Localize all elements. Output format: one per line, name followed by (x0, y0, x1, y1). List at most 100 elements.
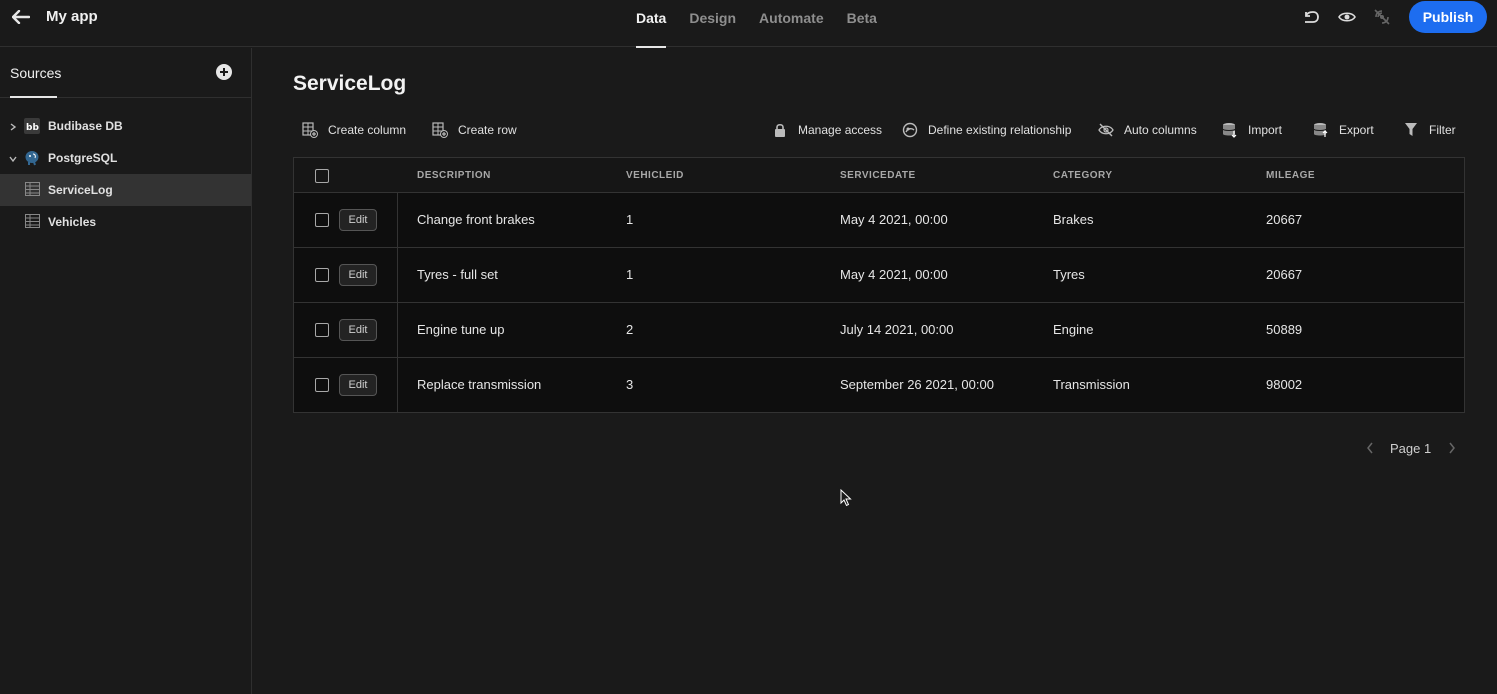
cell-category[interactable]: Tyres (1053, 267, 1085, 282)
broadcast-off-icon[interactable] (1372, 7, 1392, 27)
cell-servicedate[interactable]: May 4 2021, 00:00 (840, 267, 948, 282)
cell-description[interactable]: Change front brakes (417, 212, 535, 227)
auto-columns-label: Auto columns (1124, 123, 1197, 137)
cell-description[interactable]: Engine tune up (417, 322, 504, 337)
export-button[interactable]: Export (1313, 120, 1374, 140)
cell-description[interactable]: Tyres - full set (417, 267, 498, 282)
table-row: Edit Change front brakes 1 May 4 2021, 0… (294, 193, 1464, 248)
sidebar: Sources bb Budibase DB PostgreSQL Servic… (0, 48, 252, 694)
row-checkbox[interactable] (315, 378, 329, 392)
table-row: Edit Tyres - full set 1 May 4 2021, 00:0… (294, 248, 1464, 303)
tab-automate[interactable]: Automate (759, 0, 824, 47)
database-import-icon (1222, 122, 1238, 138)
manage-access-label: Manage access (798, 123, 883, 137)
lock-icon (772, 122, 788, 138)
mouse-cursor-icon (840, 488, 852, 507)
table-row: Edit Engine tune up 2 July 14 2021, 00:0… (294, 303, 1464, 358)
cell-servicedate[interactable]: July 14 2021, 00:00 (840, 322, 953, 337)
cell-vehicleid[interactable]: 2 (626, 322, 633, 337)
cell-vehicleid[interactable]: 3 (626, 377, 633, 392)
undo-icon[interactable] (1301, 7, 1321, 27)
relationship-icon (902, 122, 918, 138)
eye-off-icon (1098, 122, 1114, 138)
tab-beta[interactable]: Beta (847, 0, 877, 47)
chevron-down-icon[interactable] (8, 153, 18, 163)
filter-button[interactable]: Filter (1403, 120, 1456, 140)
data-table: DESCRIPTION VEHICLEID SERVICEDATE CATEGO… (293, 157, 1465, 413)
sidebar-item-label: ServiceLog (48, 183, 113, 197)
chevron-right-icon[interactable] (8, 121, 18, 131)
column-header-vehicleid[interactable]: VEHICLEID (626, 170, 684, 181)
sidebar-item-label: Budibase DB (48, 119, 123, 133)
chevron-right-icon[interactable] (1448, 441, 1460, 455)
top-nav: Data Design Automate Beta (636, 0, 900, 48)
back-arrow-icon[interactable] (10, 6, 32, 28)
cell-mileage[interactable]: 98002 (1266, 377, 1302, 392)
sidebar-item-budibase-db[interactable]: bb Budibase DB (0, 110, 251, 142)
row-checkbox[interactable] (315, 213, 329, 227)
create-row-button[interactable]: Create row (432, 120, 517, 140)
sidebar-item-servicelog[interactable]: ServiceLog (0, 174, 251, 206)
export-label: Export (1339, 123, 1374, 137)
auto-columns-button[interactable]: Auto columns (1098, 120, 1197, 140)
column-header-servicedate[interactable]: SERVICEDATE (840, 170, 916, 181)
column-header-description[interactable]: DESCRIPTION (417, 170, 491, 181)
page-title: ServiceLog (293, 72, 407, 95)
table-icon (25, 214, 41, 230)
add-column-icon (302, 122, 318, 138)
create-column-label: Create column (328, 123, 407, 137)
create-row-label: Create row (458, 123, 517, 137)
create-column-button[interactable]: Create column (302, 120, 406, 140)
table-row: Edit Replace transmission 3 September 26… (294, 358, 1464, 413)
row-checkbox[interactable] (315, 268, 329, 282)
budibase-icon: bb (24, 118, 40, 134)
page-indicator: Page 1 (1390, 440, 1432, 456)
define-relationship-label: Define existing relationship (928, 123, 1072, 137)
table-icon (25, 182, 41, 198)
tab-data[interactable]: Data (636, 0, 667, 48)
edit-row-button[interactable]: Edit (339, 374, 377, 396)
column-header-category[interactable]: CATEGORY (1053, 170, 1113, 181)
cell-category[interactable]: Engine (1053, 322, 1093, 337)
cell-mileage[interactable]: 50889 (1266, 322, 1302, 337)
cell-vehicleid[interactable]: 1 (626, 212, 633, 227)
define-relationship-button[interactable]: Define existing relationship (902, 120, 1071, 140)
import-label: Import (1248, 123, 1283, 137)
sidebar-item-postgresql[interactable]: PostgreSQL (0, 142, 251, 174)
cell-mileage[interactable]: 20667 (1266, 212, 1302, 227)
import-button[interactable]: Import (1222, 120, 1282, 140)
row-gutter-divider (397, 193, 398, 413)
eye-icon[interactable] (1337, 7, 1357, 27)
edit-row-button[interactable]: Edit (339, 264, 377, 286)
cell-mileage[interactable]: 20667 (1266, 267, 1302, 282)
add-source-icon[interactable] (215, 63, 233, 81)
cell-description[interactable]: Replace transmission (417, 377, 541, 392)
sidebar-item-label: Vehicles (48, 215, 97, 229)
chevron-left-icon[interactable] (1366, 441, 1378, 455)
app-title: My app (46, 8, 98, 25)
sidebar-item-vehicles[interactable]: Vehicles (0, 206, 251, 238)
sidebar-item-label: PostgreSQL (48, 151, 118, 165)
manage-access-button[interactable]: Manage access (772, 120, 882, 140)
sources-tab[interactable]: Sources (10, 65, 61, 81)
select-all-checkbox[interactable] (315, 169, 329, 183)
edit-row-button[interactable]: Edit (339, 209, 377, 231)
add-row-icon (432, 122, 448, 138)
database-export-icon (1313, 122, 1329, 138)
cell-category[interactable]: Brakes (1053, 212, 1093, 227)
cell-servicedate[interactable]: May 4 2021, 00:00 (840, 212, 948, 227)
svg-text:bb: bb (26, 123, 39, 133)
column-header-mileage[interactable]: MILEAGE (1266, 170, 1315, 181)
cell-category[interactable]: Transmission (1053, 377, 1130, 392)
publish-button[interactable]: Publish (1409, 1, 1487, 33)
filter-label: Filter (1429, 123, 1456, 137)
tab-design[interactable]: Design (689, 0, 736, 47)
pagination: Page 1 (1366, 438, 1460, 458)
row-checkbox[interactable] (315, 323, 329, 337)
edit-row-button[interactable]: Edit (339, 319, 377, 341)
top-bar: My app Data Design Automate Beta Publish (0, 0, 1497, 48)
cell-servicedate[interactable]: September 26 2021, 00:00 (840, 377, 994, 392)
cell-vehicleid[interactable]: 1 (626, 267, 633, 282)
postgresql-icon (24, 150, 40, 166)
sources-tab-underline (10, 96, 57, 98)
